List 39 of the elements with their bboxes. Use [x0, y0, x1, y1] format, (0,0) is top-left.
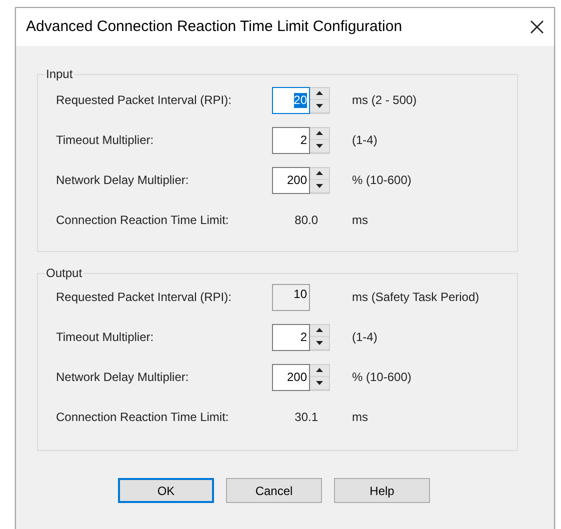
field-label: Timeout Multiplier:: [56, 132, 155, 149]
field-label: Connection Reaction Time Limit:: [56, 409, 230, 426]
down-arrow-icon: [316, 184, 323, 188]
down-arrow-icon: [316, 380, 323, 385]
close-icon[interactable]: [530, 20, 544, 34]
dialog-button[interactable]: Help: [334, 478, 430, 503]
unit-label: (1-4): [352, 132, 378, 149]
down-arrow-icon: [316, 104, 323, 108]
field-label: Requested Packet Interval (RPI):: [56, 92, 232, 109]
field-label: Timeout Multiplier:: [56, 329, 155, 346]
field-label: Network Delay Multiplier:: [56, 172, 190, 189]
field-label: Network Delay Multiplier:: [56, 369, 190, 386]
readonly-field: 10: [272, 284, 310, 310]
dialog-button[interactable]: Cancel: [226, 478, 322, 503]
dialog-button[interactable]: OK: [118, 478, 214, 503]
unit-label: ms (Safety Task Period): [352, 289, 480, 306]
unit-label: ms: [352, 409, 368, 426]
down-arrow-icon: [316, 144, 323, 148]
spin-field[interactable]: 2: [272, 126, 310, 154]
unit-label: % (10-600): [352, 369, 412, 386]
unit-label: ms: [352, 212, 368, 229]
window-title: Advanced Connection Reaction Time Limit Configuration: [26, 16, 402, 37]
spin-field[interactable]: 2: [272, 324, 310, 350]
down-arrow-icon: [316, 340, 323, 345]
field-label: Connection Reaction Time Limit:: [56, 212, 230, 229]
spin-field[interactable]: 20: [272, 86, 310, 114]
unit-label: (1-4): [352, 329, 378, 346]
up-arrow-icon: [316, 368, 323, 372]
time-limit-value: 30.1: [294, 409, 318, 426]
up-arrow-icon: [316, 131, 323, 136]
unit-label: % (10-600): [352, 172, 412, 189]
unit-label: ms (2 - 500): [352, 92, 417, 109]
spin-field[interactable]: 200: [272, 166, 310, 194]
time-limit-value: 80.0: [294, 212, 318, 229]
up-arrow-icon: [316, 328, 323, 332]
field-label: Requested Packet Interval (RPI):: [56, 289, 232, 306]
spin-field[interactable]: 200: [272, 364, 310, 390]
up-arrow-icon: [316, 91, 323, 96]
up-arrow-icon: [316, 171, 323, 176]
